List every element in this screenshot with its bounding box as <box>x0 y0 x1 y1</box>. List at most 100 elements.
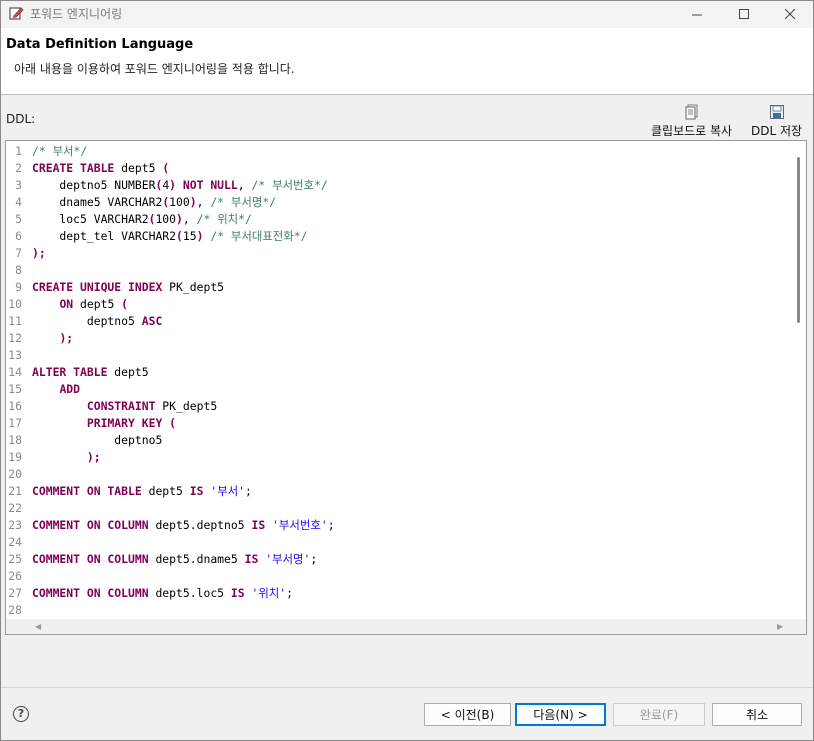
code-token: /* <box>196 212 218 226</box>
code-text: deptno5 <box>32 432 162 449</box>
save-ddl-label: DDL 저장 <box>751 124 803 138</box>
code-line: 5 loc5 VARCHAR2(100), /* 위치*/ <box>6 211 792 228</box>
code-line: 9 CREATE UNIQUE INDEX PK_dept5 <box>6 279 792 296</box>
code-token: COMMENT ON COLUMN <box>32 552 149 566</box>
code-token: 위치 <box>258 586 280 600</box>
code-token: /* <box>210 195 231 209</box>
horizontal-scrollbar[interactable]: ◀ ▶ <box>6 619 806 634</box>
code-token: /* <box>210 229 231 243</box>
code-token: 100 <box>155 212 177 226</box>
code-area[interactable]: 1/* 부서*/2 CREATE TABLE dept5 (3 deptno5 N… <box>6 141 792 619</box>
code-text: CONSTRAINT PK_dept5 <box>32 398 217 415</box>
code-token: ( <box>162 161 170 175</box>
code-token: 부서번호 <box>272 178 314 192</box>
code-token: ON <box>59 297 74 311</box>
vertical-scrollbar[interactable] <box>791 141 806 619</box>
page-description: 아래 내용을 이용하여 포워드 엔지니어링을 적용 합니다. <box>14 62 295 76</box>
line-number: 10 <box>8 297 22 311</box>
code-token: dept5 <box>114 161 163 175</box>
code-token: ASC <box>141 314 163 328</box>
line-number: 1 <box>15 144 22 158</box>
code-text: ON dept5 ( <box>32 296 128 313</box>
code-token: CREATE TABLE <box>32 161 115 175</box>
code-token: ) <box>189 195 197 209</box>
line-number: 26 <box>8 569 22 583</box>
code-line: 26 <box>6 568 792 585</box>
line-number: 9 <box>15 280 22 294</box>
code-line: 19 ); <box>6 449 792 466</box>
cancel-button[interactable]: 취소 <box>712 703 802 726</box>
code-token: */ <box>313 178 328 192</box>
code-token: COMMENT ON TABLE <box>32 484 142 498</box>
code-line: 27 COMMENT ON COLUMN dept5.loc5 IS '위치'; <box>6 585 792 602</box>
line-number: 17 <box>8 416 22 430</box>
ddl-editor[interactable]: 1/* 부서*/2 CREATE TABLE dept5 (3 deptno5 N… <box>5 140 807 635</box>
code-token: 100 <box>169 195 190 209</box>
code-line: 2 CREATE TABLE dept5 ( <box>6 160 792 177</box>
line-number: 25 <box>8 552 22 566</box>
code-line: 16 CONSTRAINT PK_dept5 <box>6 398 792 415</box>
maximize-button[interactable] <box>721 1 767 28</box>
scroll-left-arrow-icon[interactable]: ◀ <box>35 622 41 631</box>
code-token: deptno5 <box>32 433 163 447</box>
copy-to-clipboard-button[interactable]: 클립보드로 복사 <box>651 104 732 139</box>
code-line: 28 <box>6 602 792 619</box>
code-token: dept5.loc5 <box>148 586 231 600</box>
line-number: 27 <box>8 586 22 600</box>
back-button[interactable]: < 이전(B) <box>424 703 511 726</box>
line-number: 2 <box>15 161 22 175</box>
code-token: ' <box>272 518 279 532</box>
code-line: 12 ); <box>6 330 792 347</box>
code-token: IS <box>230 586 245 600</box>
code-token: , <box>182 212 197 226</box>
code-line: 21 COMMENT ON TABLE dept5 IS '부서'; <box>6 483 792 500</box>
line-number: 18 <box>8 433 22 447</box>
code-token: 부서명 <box>272 552 304 566</box>
code-token: COMMENT ON COLUMN <box>32 518 149 532</box>
line-number: 24 <box>8 535 22 549</box>
next-button[interactable]: 다음(N) > <box>515 703 606 726</box>
code-text: ); <box>32 330 73 347</box>
line-number: 19 <box>8 450 22 464</box>
code-token: ; <box>245 484 252 498</box>
code-token: IS <box>189 484 204 498</box>
code-token: dname5 VARCHAR2 <box>32 195 163 209</box>
code-line: 13 <box>6 347 792 364</box>
code-token: 부서 <box>52 144 74 158</box>
code-line: 11 deptno5 ASC <box>6 313 792 330</box>
code-token: ADD <box>59 382 81 396</box>
code-text: COMMENT ON TABLE dept5 IS '부서'; <box>32 483 252 500</box>
line-number: 12 <box>8 331 22 345</box>
line-number: 13 <box>8 348 22 362</box>
code-line: 4 dname5 VARCHAR2(100), /* 부서명*/ <box>6 194 792 211</box>
code-token: PK_dept5 <box>162 280 225 294</box>
close-button[interactable] <box>767 1 813 28</box>
scroll-right-arrow-icon[interactable]: ▶ <box>777 622 783 631</box>
finish-button[interactable]: 완료(F) <box>613 703 705 726</box>
line-number: 20 <box>8 467 22 481</box>
vertical-scroll-thumb[interactable] <box>797 157 800 323</box>
page-title: Data Definition Language <box>6 37 194 52</box>
code-text: /* 부서*/ <box>32 143 87 160</box>
code-token: 부서대표전화 <box>230 229 294 243</box>
code-text: ADD <box>32 381 80 398</box>
line-number: 23 <box>8 518 22 532</box>
save-ddl-button[interactable]: DDL 저장 <box>751 104 802 139</box>
code-token: */ <box>262 195 277 209</box>
code-text: ); <box>32 449 101 466</box>
help-icon[interactable]: ? <box>13 706 29 722</box>
code-text: CREATE TABLE dept5 ( <box>32 160 169 177</box>
code-token: IS <box>244 552 259 566</box>
minimize-button[interactable] <box>674 1 720 28</box>
code-line: 6 dept_tel VARCHAR2(15) /* 부서대표전화*/ <box>6 228 792 245</box>
code-token: PRIMARY KEY ( <box>86 416 177 430</box>
footer-divider <box>1 687 813 688</box>
code-token: ); <box>86 450 101 464</box>
